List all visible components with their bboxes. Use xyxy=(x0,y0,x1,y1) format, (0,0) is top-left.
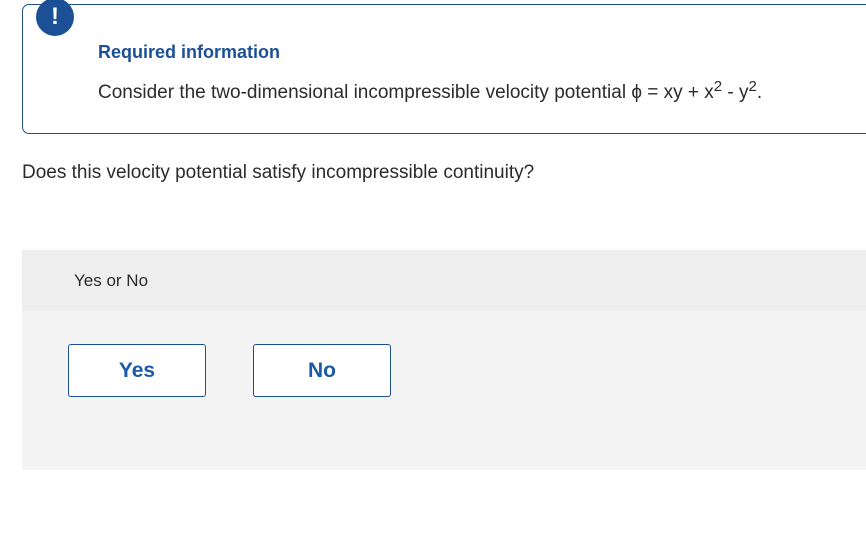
required-info-title: Required information xyxy=(98,42,281,62)
statement-text: Consider the two-dimensional incompressi… xyxy=(98,82,714,103)
no-button[interactable]: No xyxy=(253,344,391,397)
statement-period: . xyxy=(756,82,763,103)
yes-button[interactable]: Yes xyxy=(68,344,206,397)
answer-header: Yes or No xyxy=(22,250,866,311)
question-text: Does this velocity potential satisfy inc… xyxy=(22,162,535,183)
exponent-x: 2 xyxy=(713,78,723,95)
answer-panel: Yes or No Yes No xyxy=(22,250,866,470)
problem-statement: Consider the two-dimensional incompressi… xyxy=(98,79,763,104)
required-info-box: ! Required information Consider the two-… xyxy=(22,0,866,134)
statement-minus-y: - y xyxy=(722,82,749,103)
answer-prompt: Yes or No xyxy=(74,271,149,290)
exclamation-circle-icon: ! xyxy=(36,0,74,36)
exponent-y: 2 xyxy=(748,78,757,95)
